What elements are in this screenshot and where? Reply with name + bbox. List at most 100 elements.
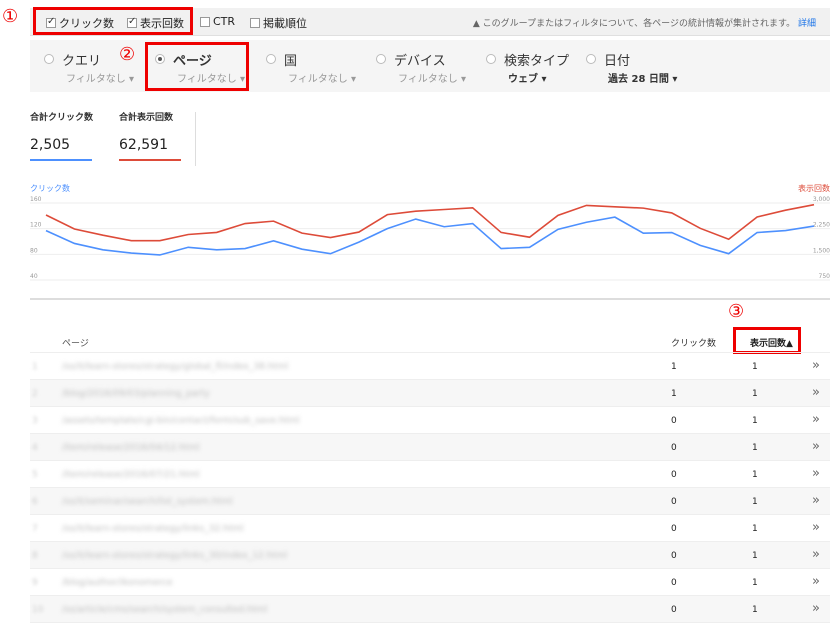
page-url-link[interactable]: /item/release/2016/04/12.html [62, 443, 199, 453]
page-url-link[interactable]: /ss/it/learn-stores/strategy/links_30/in… [62, 551, 287, 561]
radio-query[interactable] [44, 54, 54, 64]
row-number: 2 [32, 389, 38, 399]
page-url-link[interactable]: /item/release/2016/07/21.html [62, 470, 199, 480]
col-clicks[interactable]: クリック数 [671, 336, 716, 349]
annotation-mark-1: ① [2, 6, 19, 27]
table-row[interactable]: 6/ss/it/seminar/search/list_system.html 0… [30, 488, 830, 515]
filter-date-sub[interactable]: 過去 28 日間 ▾ [608, 70, 677, 85]
ctr-metric-toggle[interactable]: CTR [200, 15, 235, 28]
ctr-checkbox[interactable] [200, 16, 210, 27]
page-url-link[interactable]: /ss/article/cms/search/system_consulted.… [62, 605, 267, 615]
row-impressions: 1 [752, 524, 758, 534]
left-tick-label: 40 [30, 273, 38, 280]
table-row[interactable]: 5/item/release/2016/07/21.html 0 1 » [30, 461, 830, 488]
left-tick-label: 80 [30, 247, 38, 254]
filter-device-sub[interactable]: フィルタなし ▾ [398, 70, 466, 85]
annotation-mark-3: ③ [728, 301, 745, 322]
total-impressions[interactable]: 合計表示回数 62,591 [119, 110, 189, 161]
row-clicks: 0 [671, 497, 677, 507]
position-metric-toggle[interactable]: 掲載順位 [250, 15, 307, 31]
left-tick-label: 160 [30, 196, 42, 203]
table-row[interactable]: 8/ss/it/learn-stores/strategy/links_30/i… [30, 542, 830, 569]
table-row[interactable]: 10/ss/article/cms/search/system_consulte… [30, 596, 830, 623]
row-impressions: 1 [752, 389, 758, 399]
annotation-box-2 [145, 42, 249, 91]
table-row[interactable]: 4/item/release/2016/04/12.html 0 1 » [30, 434, 830, 461]
row-impressions: 1 [752, 362, 758, 372]
row-clicks: 0 [671, 605, 677, 615]
row-number: 9 [32, 578, 38, 588]
details-link[interactable]: 詳細 [798, 19, 816, 29]
row-number: 4 [32, 443, 38, 453]
totals-divider [195, 112, 196, 166]
row-details-chevron-icon[interactable]: » [812, 385, 820, 400]
right-tick-label: 750 [819, 273, 830, 280]
row-details-chevron-icon[interactable]: » [812, 520, 820, 535]
left-tick-label: 120 [30, 222, 42, 229]
row-number: 3 [32, 416, 38, 426]
row-impressions: 1 [752, 416, 758, 426]
row-clicks: 0 [671, 470, 677, 480]
table-row[interactable]: 2/blog/2016/09/03/planning_party 1 1 » [30, 380, 830, 407]
row-clicks: 1 [671, 362, 677, 372]
row-details-chevron-icon[interactable]: » [812, 574, 820, 589]
row-clicks: 0 [671, 524, 677, 534]
radio-device[interactable] [376, 54, 386, 64]
row-number: 6 [32, 497, 38, 507]
row-number: 5 [32, 470, 38, 480]
right-tick-label: 1,500 [813, 247, 830, 254]
page-url-link[interactable]: /assets/template/cgi-bin/contact/form/su… [62, 416, 300, 426]
radio-date[interactable] [586, 54, 596, 64]
row-details-chevron-icon[interactable]: » [812, 358, 820, 373]
impressions-underline [119, 159, 181, 161]
row-clicks: 0 [671, 443, 677, 453]
table-row[interactable]: 9/blog/author/ikonomerce 0 1 » [30, 569, 830, 596]
annotation-mark-2: ② [119, 44, 136, 65]
radio-country[interactable] [266, 54, 276, 64]
clicks-series-line [45, 216, 815, 256]
page-url-link[interactable]: /ss/it/seminar/search/list_system.html [62, 497, 233, 507]
row-details-chevron-icon[interactable]: » [812, 601, 820, 616]
row-impressions: 1 [752, 605, 758, 615]
row-impressions: 1 [752, 470, 758, 480]
page-url-link[interactable]: /ss/it/learn-stores/strategy/global_fl/i… [62, 362, 288, 372]
info-notice: ▲ このグループまたはフィルタについて、各ページの統計情報が集計されます。 詳細 [472, 19, 816, 29]
table-row[interactable]: 1/ss/it/learn-stores/strategy/global_fl/… [30, 353, 830, 380]
row-impressions: 1 [752, 578, 758, 588]
filter-search-type-sub[interactable]: ウェブ ▾ [508, 70, 547, 85]
right-tick-label: 3,000 [813, 196, 830, 203]
table-row[interactable]: 7/ss/it/learn-stores/strategy/links_32.h… [30, 515, 830, 542]
total-clicks[interactable]: 合計クリック数 2,505 [30, 110, 100, 161]
col-impressions-sorted[interactable]: 表示回数▲ [750, 336, 793, 349]
row-impressions: 1 [752, 551, 758, 561]
row-number: 1 [32, 362, 38, 372]
page-url-link[interactable]: /blog/2016/09/03/planning_party [62, 389, 210, 399]
row-details-chevron-icon[interactable]: » [812, 439, 820, 454]
position-checkbox[interactable] [250, 18, 260, 28]
row-details-chevron-icon[interactable]: » [812, 466, 820, 481]
col-page[interactable]: ページ [62, 336, 89, 349]
row-details-chevron-icon[interactable]: » [812, 412, 820, 427]
table-header: ページ クリック数 表示回数▲ [30, 327, 830, 353]
row-number: 10 [32, 605, 44, 615]
warning-icon: ▲ [472, 19, 480, 29]
filter-country-sub[interactable]: フィルタなし ▾ [288, 70, 356, 85]
page-url-link[interactable]: /ss/it/learn-stores/strategy/links_32.ht… [62, 524, 244, 534]
right-tick-label: 2,250 [813, 222, 830, 229]
row-clicks: 0 [671, 578, 677, 588]
row-number: 7 [32, 524, 38, 534]
row-details-chevron-icon[interactable]: » [812, 493, 820, 508]
radio-search-type[interactable] [486, 54, 496, 64]
page-url-link[interactable]: /blog/author/ikonomerce [62, 578, 173, 588]
row-details-chevron-icon[interactable]: » [812, 547, 820, 562]
performance-chart: 160 3,000 120 2,250 80 1,500 40 750 [30, 196, 830, 300]
clicks-underline [30, 159, 92, 161]
row-impressions: 1 [752, 443, 758, 453]
row-clicks: 1 [671, 389, 677, 399]
row-clicks: 0 [671, 551, 677, 561]
annotation-box-1 [33, 7, 193, 35]
right-axis-label: 表示回数 [798, 184, 830, 193]
row-number: 8 [32, 551, 38, 561]
filter-query-sub[interactable]: フィルタなし ▾ [66, 70, 134, 85]
table-row[interactable]: 3/assets/template/cgi-bin/contact/form/s… [30, 407, 830, 434]
